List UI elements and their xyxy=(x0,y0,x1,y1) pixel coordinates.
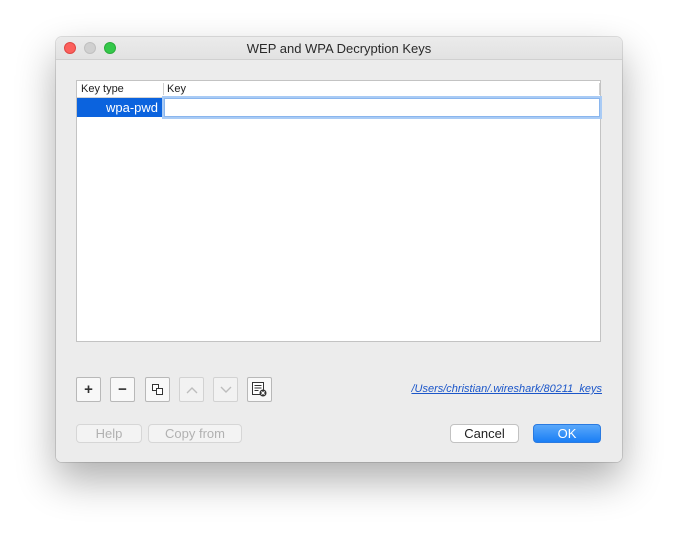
move-down-button[interactable] xyxy=(213,377,238,402)
column-header-key-type[interactable]: Key type xyxy=(81,82,163,96)
table-header: Key type Key xyxy=(77,81,600,98)
ok-button[interactable]: OK xyxy=(533,424,601,443)
copy-from-button[interactable]: Copy from xyxy=(148,424,242,443)
chevron-down-icon xyxy=(220,386,231,393)
minus-icon: − xyxy=(118,381,127,398)
add-key-button[interactable]: + xyxy=(76,377,101,402)
title-bar[interactable]: WEP and WPA Decryption Keys xyxy=(56,37,622,60)
remove-key-button[interactable]: − xyxy=(110,377,135,402)
key-input[interactable] xyxy=(164,98,600,117)
keys-file-path-link[interactable]: /Users/christian/.wireshark/80211_keys xyxy=(411,383,602,395)
clear-list-icon xyxy=(252,382,267,397)
keys-table[interactable]: Key type Key wpa-pwd xyxy=(76,80,601,342)
cancel-button[interactable]: Cancel xyxy=(450,424,519,443)
move-up-button[interactable] xyxy=(179,377,204,402)
help-button[interactable]: Help xyxy=(76,424,142,443)
column-header-key[interactable]: Key xyxy=(167,82,186,96)
copy-key-button[interactable] xyxy=(145,377,170,402)
chevron-up-icon xyxy=(186,386,197,393)
copy-icon xyxy=(152,384,163,395)
clear-list-button[interactable] xyxy=(247,377,272,402)
table-row[interactable]: wpa-pwd xyxy=(77,98,600,117)
column-divider[interactable] xyxy=(163,83,164,95)
window-title: WEP and WPA Decryption Keys xyxy=(246,41,432,56)
decryption-keys-dialog: WEP and WPA Decryption Keys Key type Key… xyxy=(56,37,622,462)
plus-icon: + xyxy=(84,381,93,398)
key-type-cell[interactable]: wpa-pwd xyxy=(77,98,163,117)
column-divider xyxy=(599,83,600,95)
